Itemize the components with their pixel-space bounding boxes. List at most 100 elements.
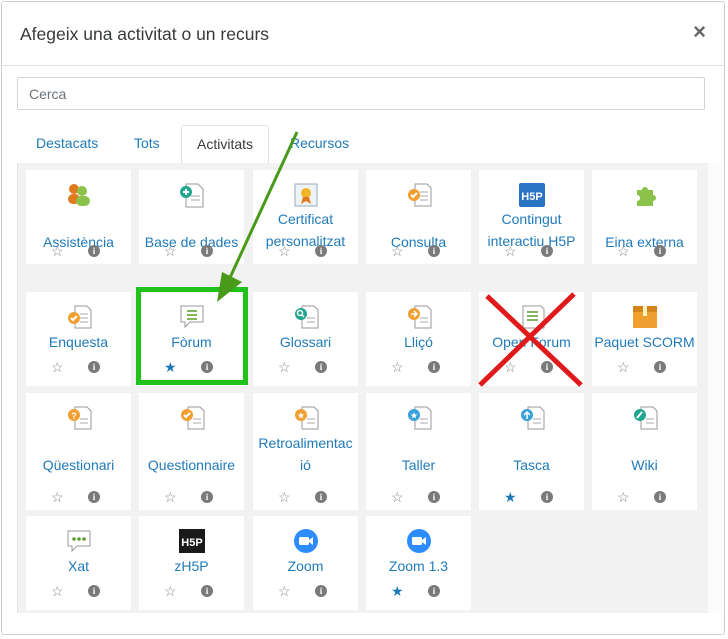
info-icon[interactable]: i <box>428 245 440 257</box>
star-icon[interactable]: ☆ <box>391 490 405 504</box>
activity-tile[interactable]: Tasca ★ i <box>479 393 584 510</box>
questionnaire-icon <box>178 405 206 431</box>
star-icon[interactable]: ☆ <box>278 360 292 374</box>
star-icon[interactable]: ☆ <box>51 584 65 598</box>
info-icon[interactable]: i <box>541 491 553 503</box>
activity-name[interactable]: Glossari <box>253 331 358 353</box>
activity-tile[interactable]: Zoom 1.3 ★ i <box>366 516 471 610</box>
activity-tile[interactable]: Fòrum ★ i <box>139 292 244 386</box>
activity-tile[interactable]: Lliçó ☆ i <box>366 292 471 386</box>
star-filled-icon[interactable]: ★ <box>504 490 518 504</box>
svg-text:?: ? <box>71 411 77 421</box>
activity-name[interactable]: Xat <box>26 555 131 577</box>
activity-name[interactable]: Retroalimentac ió <box>253 432 358 476</box>
activity-name[interactable]: Tasca <box>479 454 584 476</box>
info-icon[interactable]: i <box>315 491 327 503</box>
activity-name[interactable]: Contingut interactiu H5P <box>479 208 584 252</box>
activity-name[interactable]: Eina externa <box>592 231 697 253</box>
activity-tile[interactable]: Paquet SCORM ☆ i <box>592 292 697 386</box>
activity-name[interactable]: Fòrum <box>139 331 244 353</box>
info-icon[interactable]: i <box>428 361 440 373</box>
info-icon[interactable]: i <box>654 491 666 503</box>
activity-tile[interactable]: ? Qüestionari ☆ i <box>26 393 131 510</box>
activity-tile[interactable]: Eina externa ☆ i <box>592 170 697 264</box>
activity-name[interactable]: Consulta <box>366 231 471 253</box>
activity-tile[interactable]: Questionnaire ☆ i <box>139 393 244 510</box>
info-icon[interactable]: i <box>201 361 213 373</box>
star-icon[interactable]: ☆ <box>278 490 292 504</box>
svg-text:H5P: H5P <box>181 537 202 549</box>
info-icon[interactable]: i <box>315 361 327 373</box>
star-icon[interactable]: ☆ <box>617 360 631 374</box>
info-icon[interactable]: i <box>541 361 553 373</box>
activity-tile[interactable]: ★ Retroalimentac ió ☆ i <box>253 393 358 510</box>
activity-tile[interactable]: Certificat personalitzat ☆ i <box>253 170 358 264</box>
info-icon[interactable]: i <box>201 491 213 503</box>
activity-name[interactable]: Base de dades <box>139 231 244 253</box>
star-icon[interactable]: ☆ <box>617 244 631 258</box>
h5p-icon: H5P <box>518 182 546 208</box>
info-icon[interactable]: i <box>88 585 100 597</box>
activity-name[interactable]: Lliçó <box>366 331 471 353</box>
activity-tile[interactable]: Zoom ☆ i <box>253 516 358 610</box>
info-icon[interactable]: i <box>201 585 213 597</box>
activity-tile[interactable]: H5P Contingut interactiu H5P ☆ i <box>479 170 584 264</box>
activity-name[interactable]: Zoom <box>253 555 358 577</box>
activity-name[interactable]: Taller <box>366 454 471 476</box>
info-icon[interactable]: i <box>541 245 553 257</box>
star-icon[interactable]: ☆ <box>391 244 405 258</box>
star-icon[interactable]: ☆ <box>51 490 65 504</box>
star-icon[interactable]: ☆ <box>164 244 178 258</box>
activity-name[interactable]: Wiki <box>592 454 697 476</box>
star-icon[interactable]: ☆ <box>504 244 518 258</box>
activity-name[interactable]: Enquesta <box>26 331 131 353</box>
activity-tile[interactable]: Base de dades ☆ i <box>139 170 244 264</box>
activity-tile[interactable]: ★ Taller ☆ i <box>366 393 471 510</box>
info-icon[interactable]: i <box>428 585 440 597</box>
activity-tile[interactable]: Wiki ☆ i <box>592 393 697 510</box>
activity-tile[interactable]: Glossari ☆ i <box>253 292 358 386</box>
info-icon[interactable]: i <box>88 491 100 503</box>
activity-name[interactable]: Open Forum <box>479 331 584 353</box>
star-filled-icon[interactable]: ★ <box>164 360 178 374</box>
activity-tile[interactable]: Assistència ☆ i <box>26 170 131 264</box>
info-icon[interactable]: i <box>654 245 666 257</box>
star-icon[interactable]: ☆ <box>278 584 292 598</box>
star-icon[interactable]: ☆ <box>391 360 405 374</box>
activity-tile[interactable]: Enquesta ☆ i <box>26 292 131 386</box>
tab-destacats[interactable]: Destacats <box>21 125 113 162</box>
activity-tile[interactable]: Open Forum ☆ i <box>479 292 584 386</box>
activity-tile[interactable]: Xat ☆ i <box>26 516 131 610</box>
info-icon[interactable]: i <box>315 585 327 597</box>
activity-name[interactable]: zH5P <box>139 555 244 577</box>
activity-name[interactable]: Qüestionari <box>26 454 131 476</box>
close-icon[interactable]: × <box>693 21 706 43</box>
star-icon[interactable]: ☆ <box>617 490 631 504</box>
info-icon[interactable]: i <box>315 245 327 257</box>
star-icon[interactable]: ☆ <box>164 584 178 598</box>
info-icon[interactable]: i <box>654 361 666 373</box>
dialog-title: Afegeix una activitat o un recurs <box>20 24 270 44</box>
activity-name[interactable]: Certificat personalitzat <box>253 208 358 252</box>
tab-tots[interactable]: Tots <box>119 125 175 162</box>
tab-activitats[interactable]: Activitats <box>181 125 270 164</box>
star-icon[interactable]: ☆ <box>51 244 65 258</box>
scrollbar[interactable] <box>708 163 722 613</box>
star-icon[interactable]: ☆ <box>164 490 178 504</box>
activity-tile[interactable]: H5P zH5P ☆ i <box>139 516 244 610</box>
star-filled-icon[interactable]: ★ <box>391 584 405 598</box>
info-icon[interactable]: i <box>428 491 440 503</box>
tab-recursos[interactable]: Recursos <box>275 125 364 162</box>
star-icon[interactable]: ☆ <box>278 244 292 258</box>
info-icon[interactable]: i <box>201 245 213 257</box>
info-icon[interactable]: i <box>88 245 100 257</box>
activity-name[interactable]: Questionnaire <box>139 454 244 476</box>
star-icon[interactable]: ☆ <box>51 360 65 374</box>
activity-name[interactable]: Assistència <box>26 231 131 253</box>
search-input[interactable] <box>17 77 705 110</box>
info-icon[interactable]: i <box>88 361 100 373</box>
star-icon[interactable]: ☆ <box>504 360 518 374</box>
activity-name[interactable]: Paquet SCORM <box>592 331 697 353</box>
activity-tile[interactable]: Consulta ☆ i <box>366 170 471 264</box>
activity-name[interactable]: Zoom 1.3 <box>366 555 471 577</box>
